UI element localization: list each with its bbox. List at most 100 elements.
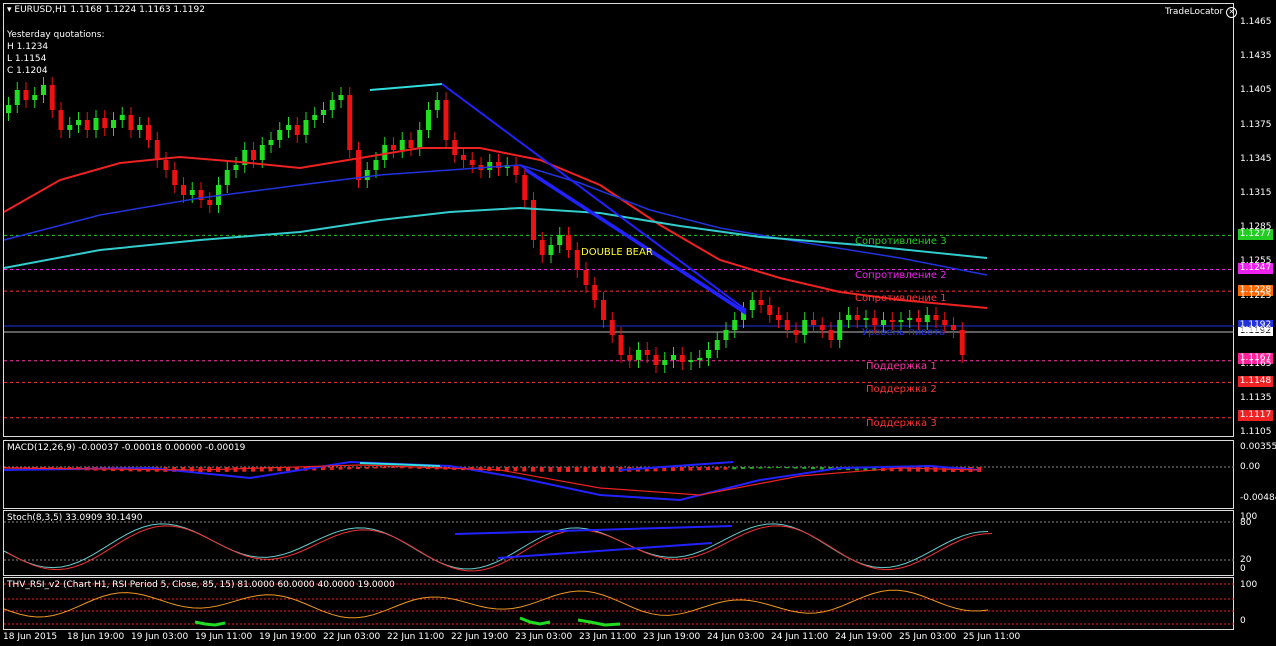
symbol-label: EURUSD,H1 1.1168 1.1224 1.1163 1.1192	[14, 5, 205, 15]
candle-body	[793, 330, 799, 335]
macd-histogram-bar	[732, 467, 737, 470]
candle-body	[574, 250, 580, 270]
candle-body	[49, 85, 55, 110]
brand-label: TradeLocator	[1165, 7, 1224, 17]
macd-histogram-bar	[741, 467, 745, 470]
macd-histogram-bar	[784, 467, 789, 469]
candle-body	[531, 200, 536, 240]
candle-body	[583, 270, 589, 285]
candle-body	[662, 360, 668, 365]
candle-body	[259, 145, 265, 160]
candle-body	[828, 330, 834, 340]
candle-body	[224, 170, 230, 185]
time-axis-label: 19 Jun 03:00	[131, 632, 189, 642]
rsi-axis-100: 100	[1240, 580, 1258, 590]
candle-body	[102, 118, 108, 128]
time-axis-label: 25 Jun 11:00	[963, 632, 1021, 642]
ma-slow-line	[3, 206, 988, 269]
chart-menu-arrow-icon[interactable]: ▾	[7, 5, 12, 15]
rsi-label: THV_RSI_v2 (Chart H1, RSI Period 5, Clos…	[7, 580, 395, 590]
candle-body	[32, 95, 38, 100]
stoch-trendline-bottom	[497, 542, 713, 559]
candle-body	[434, 100, 440, 110]
candle-body	[688, 360, 694, 362]
candle-body	[881, 320, 886, 325]
candle-body	[119, 115, 125, 120]
stoch-label: Stoch(8,3,5) 33.0909 30.1490	[7, 513, 143, 523]
candle-body	[399, 140, 405, 150]
candle-body	[163, 160, 169, 170]
price-axis-label: 1.1465	[1240, 17, 1272, 27]
price-axis-label: 1.1375	[1240, 119, 1272, 130]
candle-body	[714, 340, 720, 350]
macd-histogram-bar	[679, 467, 684, 471]
brand-badge[interactable]: TradeLocator ✕	[1165, 7, 1238, 18]
candle-body	[907, 318, 913, 320]
candle-body	[469, 160, 475, 165]
candle-body	[373, 160, 379, 170]
candle-body	[286, 125, 291, 130]
candle-body	[277, 130, 283, 140]
time-axis-label: 25 Jun 03:00	[899, 632, 957, 642]
candle-body	[846, 315, 851, 320]
candle-body	[251, 150, 256, 160]
candle-body	[154, 140, 160, 160]
stoch-main-line	[3, 523, 989, 570]
candle-body	[854, 315, 860, 320]
candle-body	[347, 95, 353, 150]
candle-body	[268, 140, 274, 145]
macd-histogram-bar	[338, 467, 343, 470]
macd-histogram-bar	[714, 467, 719, 470]
candle-body	[548, 245, 554, 255]
macd-histogram-bar	[697, 467, 702, 471]
candle-body	[618, 335, 624, 355]
macd-histogram-bar	[373, 467, 378, 469]
time-axis-label: 24 Jun 19:00	[835, 632, 893, 642]
candle-body	[732, 320, 738, 330]
candle-body	[207, 200, 213, 205]
macd-histogram-bar	[583, 467, 588, 472]
time-axis-label: 23 Jun 11:00	[579, 632, 637, 642]
top-cyan-trendline	[369, 83, 443, 91]
candle-body	[461, 155, 466, 160]
price-axis-label: 1.1135	[1240, 393, 1272, 404]
candle-body	[172, 170, 178, 185]
macd-histogram-bar	[776, 467, 780, 469]
price-axis-label: 1.1315	[1240, 188, 1272, 198]
macd-histogram-bar	[592, 467, 597, 472]
candle-body	[128, 115, 134, 130]
macd-histogram-bar	[531, 467, 535, 472]
time-axis-label: 18 Jun 2015	[3, 632, 58, 642]
macd-histogram-bar	[793, 467, 798, 469]
candle-body	[863, 318, 869, 320]
symbol-header[interactable]: ▾ EURUSD,H1 1.1168 1.1224 1.1163 1.1192	[7, 5, 205, 16]
price-axis-label: 1.1405	[1240, 85, 1272, 96]
candle-body	[233, 165, 239, 170]
resistance-2-label: Сопротивление 2	[855, 270, 947, 281]
candle-body	[697, 358, 703, 360]
candle-body	[671, 355, 676, 360]
resistance-1-label: Сопротивление 1	[855, 293, 947, 304]
macd-histogram-bar	[916, 467, 920, 472]
price-axis-label: 1.1345	[1240, 153, 1272, 164]
time-axis-label: 23 Jun 19:00	[643, 632, 701, 642]
time-axis-label: 24 Jun 03:00	[707, 632, 765, 642]
brand-close-icon[interactable]: ✕	[1226, 7, 1238, 18]
time-axis-label: 24 Jun 11:00	[771, 632, 829, 642]
candle-body	[417, 130, 423, 148]
rsi-oversold-marker	[194, 620, 226, 627]
macd-axis-bottom: -0.00484	[1240, 493, 1276, 503]
macd-histogram-bar	[522, 467, 527, 472]
price-axis-label: 1.1225	[1240, 290, 1272, 301]
macd-histogram-bar	[811, 467, 815, 470]
candle-body	[391, 145, 396, 150]
candle-body	[951, 325, 956, 330]
candle-body	[14, 90, 20, 105]
double-bear-annotation: DOUBLE BEAR	[581, 247, 653, 258]
candle-body	[329, 100, 335, 110]
macd-histogram-bar	[391, 467, 395, 469]
candle-body	[933, 315, 939, 320]
candle-body	[601, 300, 606, 320]
candle-body	[181, 185, 186, 195]
price-axis-label: 1.1285	[1240, 222, 1272, 233]
